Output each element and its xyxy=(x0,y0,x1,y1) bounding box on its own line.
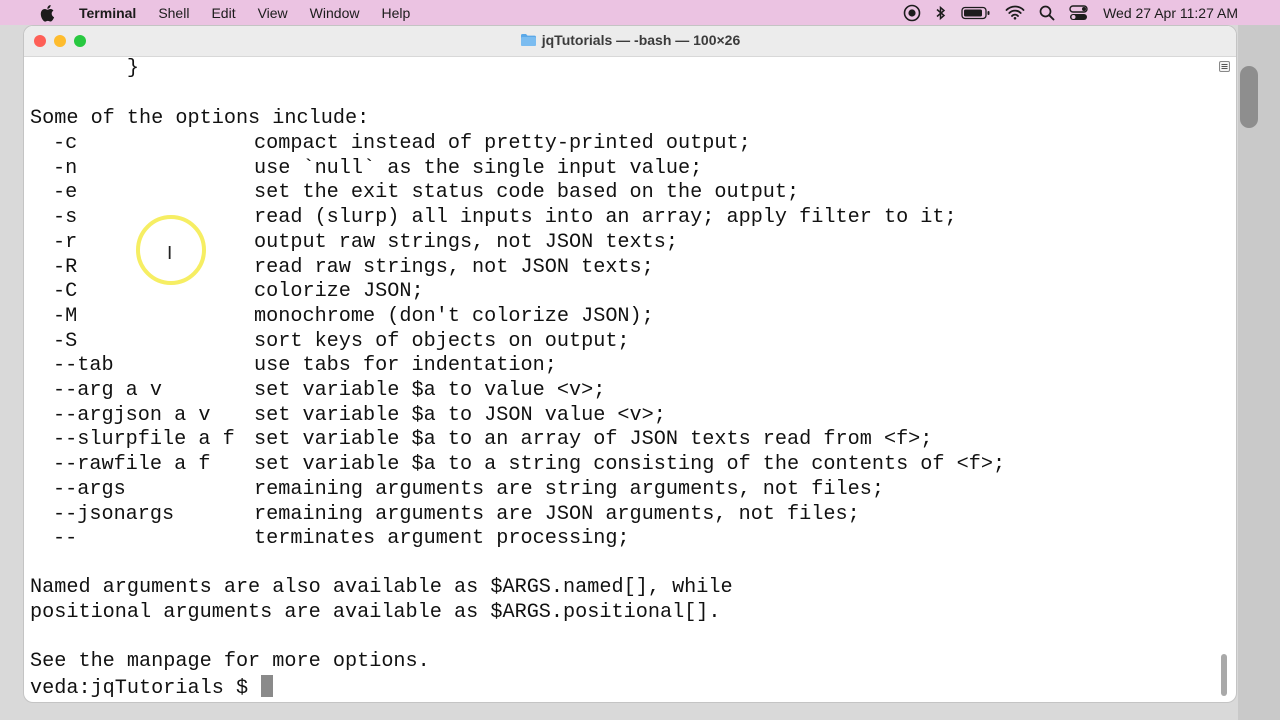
option-row: -R read raw strings, not JSON texts; xyxy=(30,256,1220,280)
options-header: Some of the options include: xyxy=(30,107,370,130)
screen-record-icon[interactable] xyxy=(903,4,921,22)
option-row: -M monochrome (don't colorize JSON); xyxy=(30,305,1220,329)
option-flag: -n xyxy=(53,156,78,180)
terminal-output[interactable]: } Some of the options include: -c compact… xyxy=(30,57,1220,702)
option-description: set the exit status code based on the ou… xyxy=(254,181,800,205)
option-row: --argjson a v set variable $a to JSON val… xyxy=(30,404,1220,428)
option-row: --arg a v set variable $a to value <v>; xyxy=(30,379,1220,403)
menu-bar-clock[interactable]: Wed 27 Apr 11:27 AM xyxy=(1103,5,1238,21)
option-description: set variable $a to JSON value <v>; xyxy=(254,403,666,427)
option-description: read raw strings, not JSON texts; xyxy=(254,255,654,279)
option-row: --rawfile a f set variable $a to a string… xyxy=(30,453,1220,477)
window-title: jqTutorials — -bash — 100×26 xyxy=(24,32,1236,48)
option-flag: --argjson a v xyxy=(53,403,211,427)
option-row: -S sort keys of objects on output; xyxy=(30,330,1220,354)
named-args-line: Named arguments are also available as $A… xyxy=(30,576,733,599)
option-row: --args remaining arguments are string arg… xyxy=(30,478,1220,502)
option-description: output raw strings, not JSON texts; xyxy=(254,230,679,254)
option-description: read (slurp) all inputs into an array; a… xyxy=(254,206,957,230)
scrollbar-thumb[interactable] xyxy=(1221,654,1227,696)
option-description: use tabs for indentation; xyxy=(254,354,557,378)
option-flag: -c xyxy=(53,132,78,155)
shell-prompt: veda:jqTutorials $ xyxy=(30,677,261,700)
manpage-line: See the manpage for more options. xyxy=(30,650,430,673)
option-description: monochrome (don't colorize JSON); xyxy=(254,304,654,328)
scroll-menu-icon[interactable] xyxy=(1219,59,1230,72)
option-description: terminates argument processing; xyxy=(254,527,630,551)
option-flag: --arg a v xyxy=(53,379,163,402)
search-icon[interactable] xyxy=(1039,5,1055,21)
menu-bar: Terminal Shell Edit View Window Help Wed… xyxy=(0,0,1280,25)
bluetooth-icon[interactable] xyxy=(935,5,947,21)
option-flag: -S xyxy=(53,329,78,353)
option-description: compact instead of pretty-printed output… xyxy=(254,132,751,155)
title-bar[interactable]: jqTutorials — -bash — 100×26 xyxy=(24,26,1236,57)
option-row: --jsonargs remaining arguments are JSON a… xyxy=(30,503,1220,527)
desktop-background xyxy=(1238,25,1280,720)
option-row: -- terminates argument processing; xyxy=(30,527,1220,551)
menu-shell[interactable]: Shell xyxy=(158,5,189,21)
battery-icon[interactable] xyxy=(961,6,991,20)
option-flag: --slurpfile a f xyxy=(53,428,235,452)
option-row: --slurpfile a f set variable $a to an arr… xyxy=(30,428,1220,452)
status-area: Wed 27 Apr 11:27 AM xyxy=(903,0,1280,25)
option-flag: --args xyxy=(53,477,126,501)
option-flag: -R xyxy=(53,255,78,279)
text-cursor xyxy=(261,675,274,697)
option-row: -C colorize JSON; xyxy=(30,280,1220,304)
closing-brace: } xyxy=(30,57,140,80)
option-flag: -r xyxy=(53,230,78,254)
terminal-window: jqTutorials — -bash — 100×26 } Some of t… xyxy=(24,26,1236,702)
option-row: -s read (slurp) all inputs into an array;… xyxy=(30,206,1220,230)
menu-help[interactable]: Help xyxy=(381,5,410,21)
window-title-text: jqTutorials — -bash — 100×26 xyxy=(541,32,741,48)
option-row: --tab use tabs for indentation; xyxy=(30,354,1220,378)
option-description: remaining arguments are string arguments… xyxy=(254,477,884,501)
positional-args-line: positional arguments are available as $A… xyxy=(30,601,721,624)
folder-icon xyxy=(520,33,537,47)
option-row: -r output raw strings, not JSON texts; xyxy=(30,231,1220,255)
option-flag: -- xyxy=(53,527,78,551)
control-center-icon[interactable] xyxy=(1069,4,1089,21)
menu-window[interactable]: Window xyxy=(310,5,360,21)
option-description: colorize JSON; xyxy=(254,280,424,304)
menu-view[interactable]: View xyxy=(258,5,288,21)
option-row: -e set the exit status code based on the … xyxy=(30,181,1220,205)
option-flag: --tab xyxy=(53,354,114,378)
option-description: set variable $a to an array of JSON text… xyxy=(254,428,933,452)
option-flag: -e xyxy=(53,181,78,205)
menu-edit[interactable]: Edit xyxy=(211,5,235,21)
option-flag: -C xyxy=(53,280,78,304)
background-window-scrollbar xyxy=(1240,66,1258,128)
option-flag: -M xyxy=(53,304,78,328)
option-description: sort keys of objects on output; xyxy=(254,329,630,353)
menu-terminal[interactable]: Terminal xyxy=(79,5,136,21)
wifi-icon[interactable] xyxy=(1005,5,1025,20)
prompt-line[interactable]: veda:jqTutorials $ xyxy=(30,675,274,700)
option-description: remaining arguments are JSON arguments, … xyxy=(254,502,860,526)
option-row: -n use `null` as the single input value; xyxy=(30,157,1220,181)
option-flag: -s xyxy=(53,206,78,230)
option-row: -c compact instead of pretty-printed outp… xyxy=(30,132,1220,156)
option-flag: --jsonargs xyxy=(53,502,175,526)
option-description: use `null` as the single input value; xyxy=(254,156,703,180)
option-flag: --rawfile a f xyxy=(53,453,211,477)
option-description: set variable $a to a string consisting o… xyxy=(254,453,1006,477)
option-description: set variable $a to value <v>; xyxy=(254,379,606,402)
apple-logo-icon[interactable] xyxy=(40,4,60,22)
ibeam-cursor-icon: I xyxy=(167,243,173,264)
